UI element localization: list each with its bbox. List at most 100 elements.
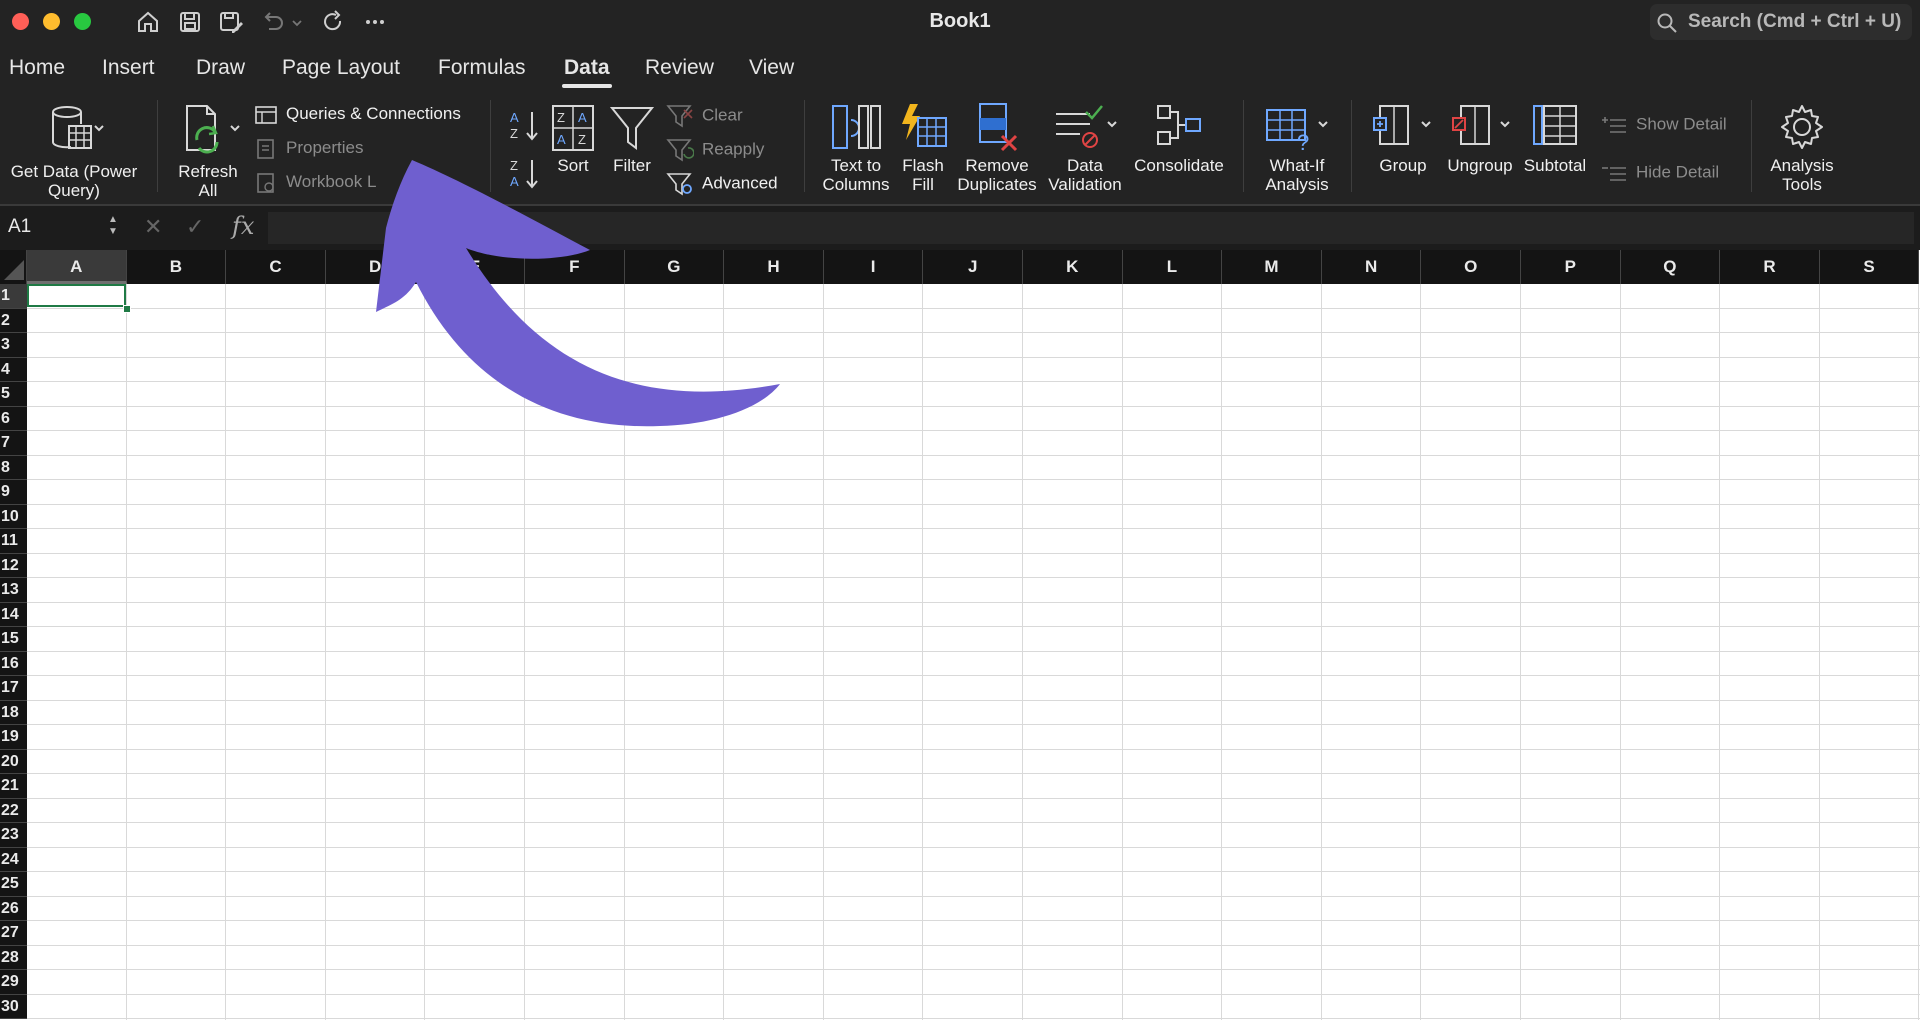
- workbook-links-button[interactable]: Workbook L: [254, 172, 376, 193]
- minimize-window-button[interactable]: [43, 13, 60, 30]
- column-header-p[interactable]: P: [1521, 250, 1621, 284]
- hide-detail-button[interactable]: Hide Detail: [1600, 162, 1719, 184]
- home-icon[interactable]: [135, 9, 161, 35]
- search-field[interactable]: Search (Cmd + Ctrl + U): [1650, 4, 1912, 40]
- row-header-14[interactable]: 14: [0, 602, 27, 627]
- column-header-a[interactable]: A: [27, 250, 127, 284]
- analysis-tools-button[interactable]: Analysis Tools: [1762, 102, 1842, 194]
- refresh-all-button[interactable]: Refresh All: [168, 102, 248, 200]
- row-header-24[interactable]: 24: [0, 847, 27, 872]
- row-header-8[interactable]: 8: [0, 455, 27, 480]
- tab-formulas[interactable]: Formulas: [438, 56, 526, 80]
- tab-data[interactable]: Data: [564, 56, 610, 80]
- more-options-icon[interactable]: [362, 9, 388, 35]
- undo-dropdown-chevron-icon[interactable]: [290, 9, 304, 35]
- text-to-columns-button[interactable]: Text to Columns: [816, 102, 896, 194]
- what-if-analysis-button[interactable]: ? What-If Analysis: [1252, 102, 1342, 194]
- sort-button[interactable]: Z A A Z Sort: [548, 104, 598, 175]
- tab-draw[interactable]: Draw: [196, 56, 245, 80]
- row-header-18[interactable]: 18: [0, 700, 27, 725]
- row-header-7[interactable]: 7: [0, 431, 27, 456]
- redo-icon[interactable]: [320, 9, 346, 35]
- undo-icon[interactable]: [260, 9, 286, 35]
- sort-descending-icon[interactable]: Z A: [508, 156, 542, 192]
- sort-ascending-icon[interactable]: A Z: [508, 108, 542, 144]
- tab-view[interactable]: View: [749, 56, 794, 80]
- column-header-f[interactable]: F: [525, 250, 625, 284]
- row-header-6[interactable]: 6: [0, 406, 27, 431]
- column-header-l[interactable]: L: [1122, 250, 1223, 284]
- row-header-17[interactable]: 17: [0, 676, 27, 701]
- row-header-22[interactable]: 22: [0, 798, 27, 823]
- row-header-28[interactable]: 28: [0, 945, 27, 970]
- flash-fill-button[interactable]: Flash Fill: [894, 102, 952, 194]
- data-validation-button[interactable]: Data Validation: [1042, 102, 1128, 194]
- column-header-o[interactable]: O: [1421, 250, 1521, 284]
- close-window-button[interactable]: [12, 13, 29, 30]
- queries-connections-button[interactable]: Queries & Connections: [254, 104, 461, 125]
- column-header-s[interactable]: S: [1819, 250, 1920, 284]
- row-header-19[interactable]: 19: [0, 725, 27, 750]
- group-button[interactable]: Group: [1370, 102, 1436, 175]
- formula-input[interactable]: [268, 212, 1914, 244]
- remove-duplicates-button[interactable]: Remove Duplicates: [952, 102, 1042, 194]
- row-header-29[interactable]: 29: [0, 970, 27, 995]
- column-header-g[interactable]: G: [624, 250, 725, 284]
- tab-home[interactable]: Home: [9, 56, 65, 80]
- spreadsheet-grid[interactable]: A B C D E F G H I J K L M N O P Q R S 1 2 3 4 5 6 7 8 9 10 11 12 13 14 15…: [0, 250, 1920, 1020]
- row-header-13[interactable]: 13: [0, 578, 27, 603]
- confirm-entry-icon[interactable]: ✓: [186, 214, 204, 240]
- column-header-i[interactable]: I: [823, 250, 924, 284]
- row-header-25[interactable]: 25: [0, 872, 27, 897]
- zoom-window-button[interactable]: [74, 13, 91, 30]
- column-header-k[interactable]: K: [1023, 250, 1123, 284]
- row-header-16[interactable]: 16: [0, 651, 27, 676]
- select-all-corner[interactable]: [0, 250, 27, 284]
- column-header-b[interactable]: B: [126, 250, 227, 284]
- row-header-5[interactable]: 5: [0, 382, 27, 407]
- get-data-button[interactable]: Get Data (Power Query): [6, 102, 142, 200]
- active-cell-a1[interactable]: [27, 284, 126, 307]
- properties-button[interactable]: Properties: [254, 138, 363, 159]
- column-header-q[interactable]: Q: [1620, 250, 1721, 284]
- show-detail-button[interactable]: Show Detail: [1600, 114, 1727, 136]
- row-header-2[interactable]: 2: [0, 308, 27, 333]
- subtotal-button[interactable]: Subtotal: [1520, 102, 1590, 175]
- row-header-1[interactable]: 1: [0, 284, 27, 309]
- row-header-26[interactable]: 26: [0, 896, 27, 921]
- row-header-4[interactable]: 4: [0, 357, 27, 382]
- advanced-filter-button[interactable]: Advanced: [666, 172, 778, 196]
- consolidate-button[interactable]: Consolidate: [1130, 102, 1228, 175]
- row-header-20[interactable]: 20: [0, 749, 27, 774]
- ungroup-button[interactable]: Ungroup: [1442, 102, 1518, 175]
- name-box-stepper[interactable]: ▲ ▼: [108, 214, 118, 238]
- row-header-21[interactable]: 21: [0, 774, 27, 799]
- clear-filter-button[interactable]: Clear: [666, 104, 743, 128]
- column-header-j[interactable]: J: [923, 250, 1023, 284]
- reapply-filter-button[interactable]: Reapply: [666, 138, 764, 162]
- column-header-e[interactable]: E: [425, 250, 525, 284]
- column-header-n[interactable]: N: [1321, 250, 1422, 284]
- column-header-h[interactable]: H: [724, 250, 824, 284]
- row-header-9[interactable]: 9: [0, 480, 27, 505]
- filter-button[interactable]: Filter: [606, 104, 658, 175]
- row-header-23[interactable]: 23: [0, 823, 27, 848]
- row-header-10[interactable]: 10: [0, 504, 27, 529]
- row-header-3[interactable]: 3: [0, 333, 27, 358]
- tab-review[interactable]: Review: [645, 56, 714, 80]
- row-header-11[interactable]: 11: [0, 529, 27, 554]
- save-icon[interactable]: [177, 9, 203, 35]
- row-header-30[interactable]: 30: [0, 994, 27, 1019]
- column-header-r[interactable]: R: [1720, 250, 1820, 284]
- row-header-27[interactable]: 27: [0, 921, 27, 946]
- insert-function-button[interactable]: fx: [232, 212, 254, 240]
- fill-handle[interactable]: [123, 305, 131, 313]
- column-header-d[interactable]: D: [325, 250, 426, 284]
- column-header-m[interactable]: M: [1222, 250, 1322, 284]
- name-box[interactable]: A1: [8, 216, 31, 238]
- row-header-15[interactable]: 15: [0, 627, 27, 652]
- cancel-entry-icon[interactable]: ✕: [144, 214, 162, 240]
- row-header-12[interactable]: 12: [0, 553, 27, 578]
- save-as-icon[interactable]: [218, 9, 244, 35]
- tab-page-layout[interactable]: Page Layout: [282, 56, 400, 80]
